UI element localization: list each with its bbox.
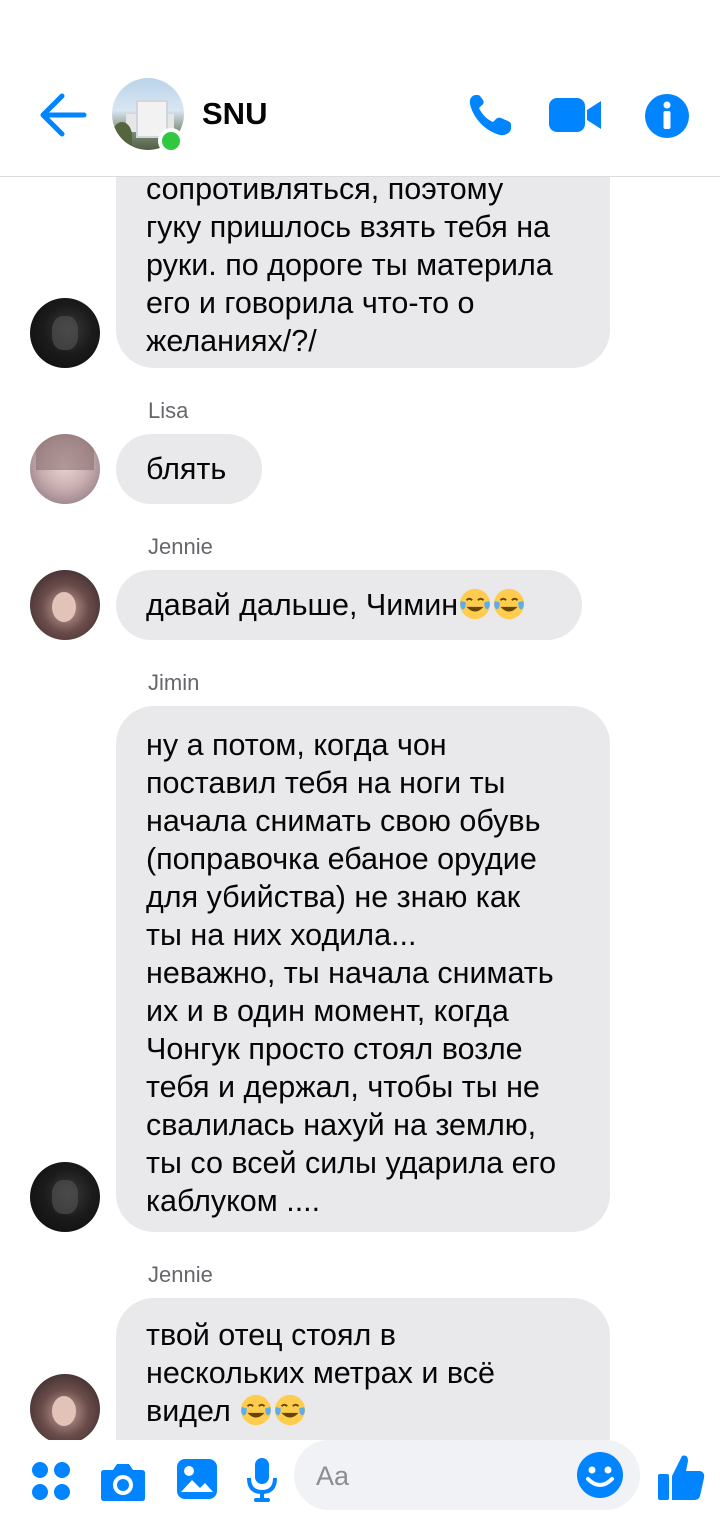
info-icon[interactable] [644,93,690,139]
message-line: начала снимать свою обувь [146,804,541,838]
avatar-jennie[interactable] [30,1374,100,1440]
message-bubble[interactable]: сопротивляться, поэтому гуку пришлось вз… [116,148,610,368]
message-line: тебя и держал, чтобы ты не [146,1070,540,1104]
sender-name: Jennie [148,534,213,559]
video-camera-icon[interactable] [548,96,602,134]
tears-of-joy-emoji-icon [494,588,525,620]
online-status-indicator [158,128,184,154]
message-input[interactable] [314,1440,568,1512]
gallery-icon[interactable] [176,1458,218,1500]
thumbs-up-icon[interactable] [656,1452,706,1502]
message-line: блять [146,452,227,486]
chat-header: SNU [0,0,720,177]
avatar-jimin[interactable] [30,298,100,368]
avatar-jimin[interactable] [30,1162,100,1232]
message-line: ты на них ходила... [146,918,417,952]
message-bubble[interactable]: твой отец стоял в нескольких метрах и вс… [116,1298,610,1440]
message-line: поставил тебя на ноги ты [146,766,506,800]
apps-grid-icon[interactable] [30,1460,72,1502]
message-line: нескольких метрах и всё [146,1356,495,1390]
message-line: Чонгук просто стоял возле [146,1032,523,1066]
tears-of-joy-emoji-icon [460,588,491,620]
emoji-icon[interactable] [576,1451,624,1499]
message-line: неважно, ты начала снимать [146,956,554,990]
message-line: свалилась нахуй на землю, [146,1108,537,1142]
message-list[interactable]: сопротивляться, поэтому гуку пришлось вз… [0,0,720,1440]
message-line: желаниях/?/ [146,324,317,358]
message-line: его и говорила что-то о [146,286,475,320]
message-line: давай дальше, Чимин [146,588,459,622]
tears-of-joy-emoji-icon [241,1394,272,1426]
message-line: ты со всей силы ударила его [146,1146,557,1180]
tears-of-joy-emoji-icon [275,1394,306,1426]
avatar-jennie[interactable] [30,570,100,640]
message-line: (поправочка ебаное орудие [146,842,537,876]
message-bubble[interactable]: давай дальше, Чимин [116,570,582,640]
message-line: ну а потом, когда чон [146,728,447,762]
message-line: их и в один момент, когда [146,994,509,1028]
sender-name: Jimin [148,670,200,695]
message-line: видел [146,1394,231,1428]
avatar-lisa[interactable] [30,434,100,504]
message-bubble[interactable]: блять [116,434,262,504]
sender-name: Jennie [148,1262,213,1287]
message-line: каблуком .... [146,1184,321,1218]
message-line: для убийства) не знаю как [146,880,521,914]
camera-icon[interactable] [100,1460,146,1502]
message-input-container[interactable] [294,1440,640,1512]
microphone-icon[interactable] [246,1456,278,1502]
message-bubble[interactable]: ну а потом, когда чон поставил тебя на н… [116,706,610,1232]
message-line: руки. по дороге ты материла [146,248,553,282]
message-line: твой отец стоял в [146,1318,396,1352]
sender-name: Lisa [148,398,189,423]
back-arrow-icon[interactable] [38,92,88,138]
phone-icon[interactable] [466,92,514,138]
message-line: гуку пришлось взять тебя на [146,210,551,244]
chat-title[interactable]: SNU [202,96,267,132]
